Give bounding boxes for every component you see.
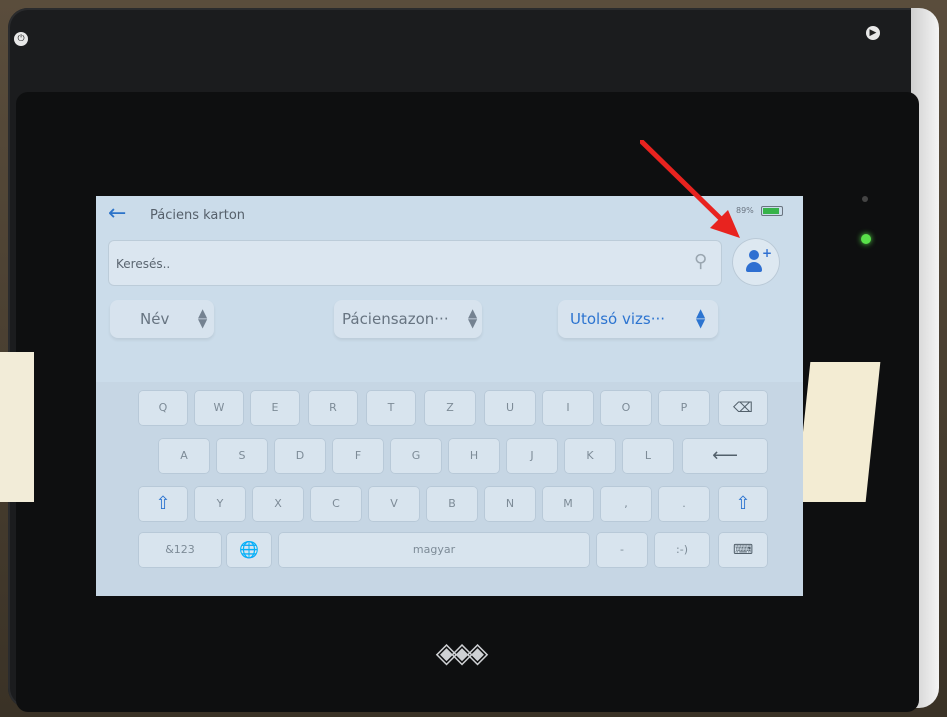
symbols-key[interactable]: &123 [138,532,222,568]
shift-icon-right[interactable]: ⇧ [718,486,768,522]
arrow-left-icon[interactable]: ← [108,203,136,225]
key-period[interactable]: . [658,486,710,522]
key-g[interactable]: G [390,438,442,474]
red-arrow-annotation [640,140,740,238]
app-screen: ← Páciens karton 89% ⚲ + Név ▲▼ Páciensa… [96,196,803,596]
enter-icon[interactable]: ⟵ [682,438,768,474]
key-q[interactable]: Q [138,390,188,426]
battery-icon [761,206,783,216]
key-i[interactable]: I [542,390,594,426]
key-c[interactable]: C [310,486,362,522]
globe-icon[interactable]: 🌐 [226,532,272,568]
search-box[interactable]: ⚲ [108,240,722,286]
key-p[interactable]: P [658,390,710,426]
key-d[interactable]: D [274,438,326,474]
on-screen-keyboard: Q W E R T Z U I O P ⌫ A S D F G H J K L … [96,382,803,596]
key-smiley[interactable]: :-) [654,532,710,568]
key-y[interactable]: Y [194,486,246,522]
key-h[interactable]: H [448,438,500,474]
power-icon[interactable]: ⏻ [14,32,28,46]
sort-patient-id-button[interactable]: Páciensazon··· ▲ ▼ [334,300,482,338]
key-t[interactable]: T [366,390,416,426]
add-user-icon: + [746,246,772,276]
key-z[interactable]: Z [424,390,476,426]
key-n[interactable]: N [484,486,536,522]
bti-logo: ◈◈◈ [435,636,489,669]
search-icon[interactable]: ⚲ [694,252,714,272]
key-r[interactable]: R [308,390,358,426]
sort-name-label: Név [140,310,170,328]
front-sensor [862,196,868,202]
sort-patient-id-label: Páciensazon··· [342,310,449,328]
key-v[interactable]: V [368,486,420,522]
status-led [861,234,871,244]
glare-right [795,362,881,502]
sort-arrows-icon: ▲ ▼ [198,306,208,330]
key-m[interactable]: M [542,486,594,522]
key-f[interactable]: F [332,438,384,474]
key-x[interactable]: X [252,486,304,522]
key-dash[interactable]: - [596,532,648,568]
key-w[interactable]: W [194,390,244,426]
key-b[interactable]: B [426,486,478,522]
key-l[interactable]: L [622,438,674,474]
sort-arrows-icon: ▲ ▼ [696,306,706,330]
key-j[interactable]: J [506,438,558,474]
key-u[interactable]: U [484,390,536,426]
keyboard-hide-icon[interactable]: ⌨ [718,532,768,568]
key-o[interactable]: O [600,390,652,426]
glare-left [0,352,34,502]
key-comma[interactable]: , [600,486,652,522]
page-title: Páciens karton [150,208,246,223]
key-a[interactable]: A [158,438,210,474]
key-k[interactable]: K [564,438,616,474]
shift-icon[interactable]: ⇧ [138,486,188,522]
sort-name-button[interactable]: Név ▲ ▼ [110,300,214,338]
sort-arrows-icon: ▲ ▼ [468,306,478,330]
key-s[interactable]: S [216,438,268,474]
sort-last-exam-label: Utolsó vizs··· [570,310,666,328]
backspace-icon[interactable]: ⌫ [718,390,768,426]
space-key[interactable]: magyar [278,532,590,568]
play-icon[interactable]: ▶ [866,26,880,40]
key-e[interactable]: E [250,390,300,426]
search-input[interactable] [114,252,678,276]
sort-last-exam-button[interactable]: Utolsó vizs··· ▲ ▼ [558,300,718,338]
